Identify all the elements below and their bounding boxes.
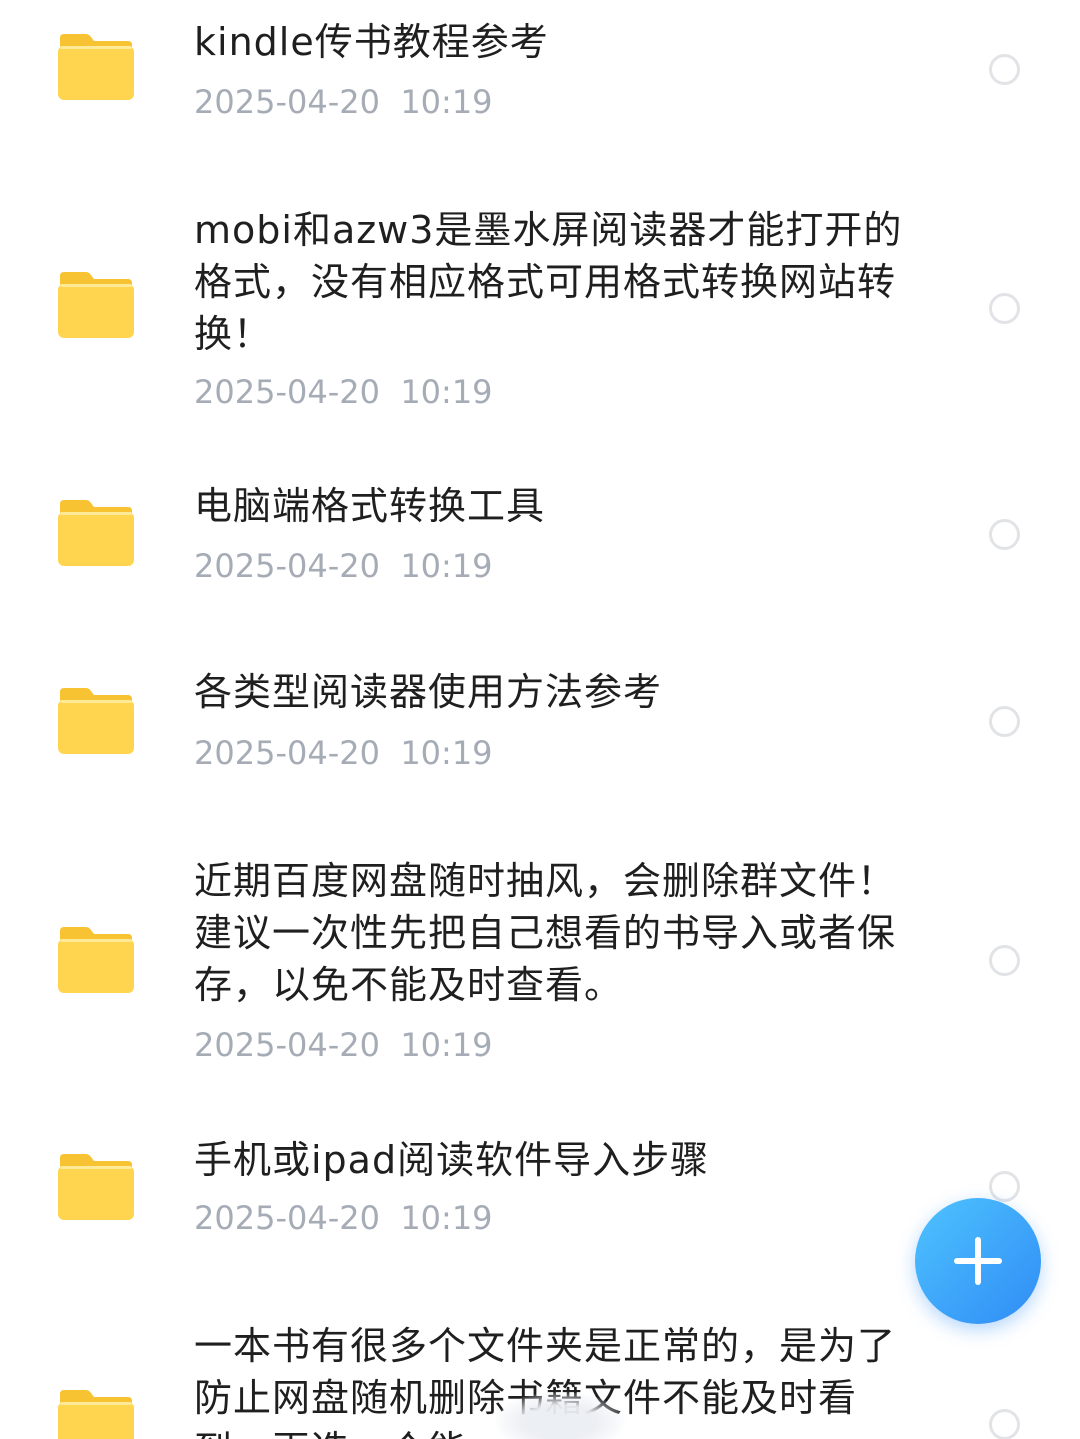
folder-icon [56,925,136,995]
title-line: 电脑端格式转换工具 [194,484,546,528]
add-button[interactable] [915,1198,1041,1324]
select-radio[interactable] [989,706,1020,737]
folder-icon [56,686,136,756]
title-line: 存，以免不能及时查看。 [194,963,624,1007]
folder-icon [56,1152,136,1222]
item-time: 2025-04-20 10:19 [194,373,493,411]
item-title: 近期百度网盘随时抽风，会删除群文件！ 建议一次性先把自己想看的书导入或者保 存，… [194,855,914,1011]
list-item[interactable]: 近期百度网盘随时抽风，会删除群文件！ 建议一次性先把自己想看的书导入或者保 存，… [0,845,1080,1085]
title-line: 一本书有很多个文件夹是正常的，是为了 [194,1324,897,1368]
folder-icon [56,32,136,102]
item-time: 2025-04-20 10:19 [194,1199,493,1237]
title-line: 近期百度网盘随时抽风，会删除群文件！ [194,859,897,903]
item-title: 各类型阅读器使用方法参考 [194,666,914,718]
file-list-page: kindle传书教程参考 2025-04-20 10:19 mobi和azw3是… [0,0,1080,1439]
title-line: mobi和azw3是墨水屏阅读器才能打开的 [194,208,903,252]
title-line: 换！ [194,312,273,356]
plus-icon-stroke [975,1237,981,1285]
title-line: kindle传书教程参考 [194,20,549,64]
list-item[interactable]: 各类型阅读器使用方法参考 2025-04-20 10:19 [0,658,1080,788]
folder-icon [56,498,136,568]
item-title: 手机或ipad阅读软件导入步骤 [194,1134,914,1186]
select-radio[interactable] [989,54,1020,85]
title-line: 各类型阅读器使用方法参考 [194,670,663,714]
select-radio[interactable] [989,945,1020,976]
select-radio[interactable] [989,1171,1020,1202]
title-line: 建议一次性先把自己想看的书导入或者保 [194,911,897,955]
select-radio[interactable] [989,1409,1020,1439]
item-time: 2025-04-20 10:19 [194,547,493,585]
item-title: mobi和azw3是墨水屏阅读器才能打开的 格式，没有相应格式可用格式转换网站转… [194,204,914,360]
item-time: 2025-04-20 10:19 [194,1026,493,1064]
select-radio[interactable] [989,519,1020,550]
list-item[interactable]: 电脑端格式转换工具 2025-04-20 10:19 [0,470,1080,600]
title-line: 手机或ipad阅读软件导入步骤 [194,1138,710,1182]
item-time: 2025-04-20 10:19 [194,83,493,121]
select-radio[interactable] [989,293,1020,324]
item-title: 电脑端格式转换工具 [194,480,914,532]
list-item[interactable]: mobi和azw3是墨水屏阅读器才能打开的 格式，没有相应格式可用格式转换网站转… [0,190,1080,430]
title-line: 格式，没有相应格式可用格式转换网站转 [194,260,897,304]
item-time: 2025-04-20 10:19 [194,734,493,772]
folder-icon [56,270,136,340]
list-item[interactable]: kindle传书教程参考 2025-04-20 10:19 [0,0,1080,150]
folder-icon [56,1388,136,1439]
item-title: kindle传书教程参考 [194,16,914,68]
